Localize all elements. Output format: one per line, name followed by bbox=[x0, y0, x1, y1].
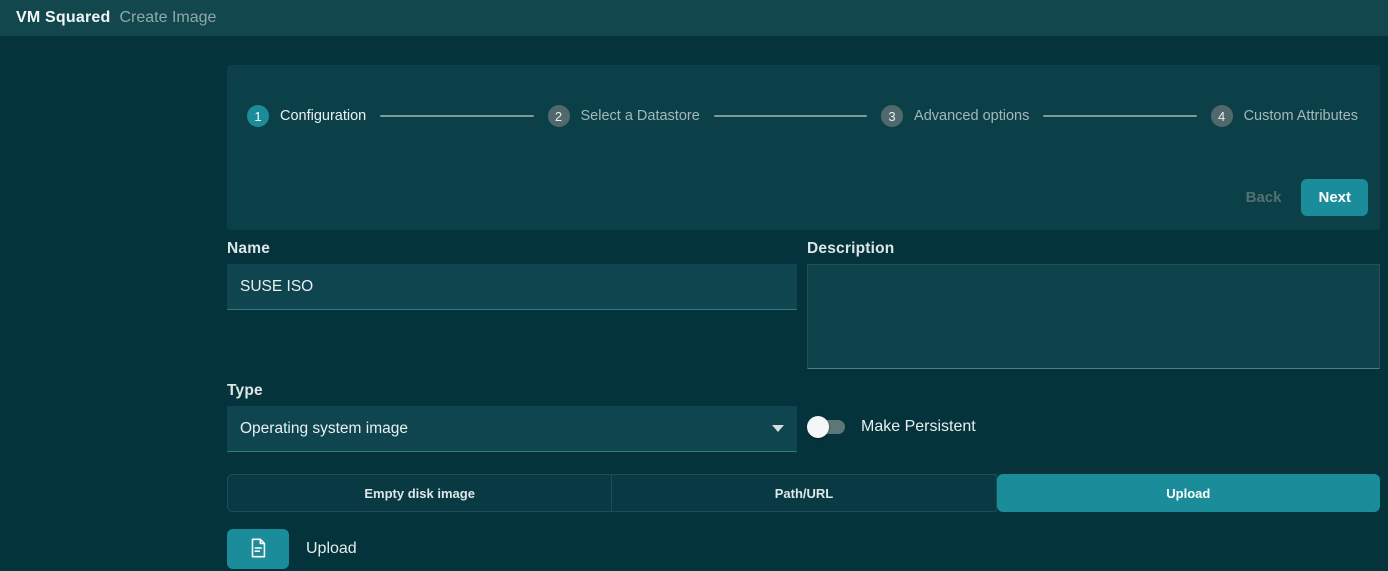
upload-label: Upload bbox=[306, 540, 357, 557]
wizard-card: 1 Configuration 2 Select a Datastore 3 A… bbox=[227, 65, 1380, 230]
step-advanced-options[interactable]: 3 Advanced options bbox=[881, 105, 1029, 127]
step-connector-line bbox=[1043, 115, 1197, 117]
next-button[interactable]: Next bbox=[1301, 179, 1368, 216]
step-label: Advanced options bbox=[914, 108, 1030, 124]
page-title: Create Image bbox=[119, 9, 217, 26]
app-header: VM Squared Create Image bbox=[0, 0, 1388, 36]
name-label: Name bbox=[227, 240, 271, 257]
tab-upload[interactable]: Upload bbox=[996, 474, 1380, 512]
document-icon bbox=[247, 537, 269, 562]
step-label: Custom Attributes bbox=[1243, 108, 1359, 124]
name-input[interactable] bbox=[227, 264, 797, 310]
toggle-knob bbox=[807, 415, 829, 438]
step-configuration[interactable]: 1 Configuration bbox=[247, 105, 366, 127]
step-select-datastore[interactable]: 2 Select a Datastore bbox=[547, 105, 700, 127]
make-persistent-toggle[interactable] bbox=[807, 415, 847, 438]
type-select[interactable]: Operating system image bbox=[227, 406, 797, 452]
step-number-badge: 4 bbox=[1210, 105, 1233, 127]
step-label: Select a Datastore bbox=[580, 108, 700, 124]
upload-file-button[interactable] bbox=[227, 529, 289, 569]
brand-logo: VM Squared bbox=[16, 9, 111, 26]
step-number-badge: 2 bbox=[547, 105, 570, 127]
step-number-badge: 3 bbox=[881, 105, 904, 127]
tab-empty-disk-image[interactable]: Empty disk image bbox=[227, 474, 613, 512]
tab-path-url[interactable]: Path/URL bbox=[612, 474, 997, 512]
step-custom-attributes[interactable]: 4 Custom Attributes bbox=[1210, 105, 1359, 127]
type-label: Type bbox=[227, 382, 263, 399]
image-form: Name Description Type Operating system i… bbox=[227, 240, 1380, 452]
step-label: Configuration bbox=[280, 108, 367, 124]
persistent-field-group: Make Persistent bbox=[807, 382, 1380, 452]
chevron-down-icon bbox=[772, 425, 784, 432]
wizard-stepper: 1 Configuration 2 Select a Datastore 3 A… bbox=[227, 65, 1380, 127]
step-connector-line bbox=[380, 115, 534, 117]
description-label: Description bbox=[807, 240, 895, 257]
description-field-group: Description bbox=[807, 240, 1380, 374]
upload-row: Upload bbox=[227, 529, 1380, 569]
wizard-actions: Back Next bbox=[1246, 179, 1368, 216]
main-content: 1 Configuration 2 Select a Datastore 3 A… bbox=[227, 65, 1380, 569]
name-field-group: Name bbox=[227, 240, 797, 374]
type-select-value: Operating system image bbox=[240, 419, 408, 437]
image-source-tabs: Empty disk image Path/URL Upload bbox=[227, 474, 1380, 512]
step-connector-line bbox=[713, 115, 868, 117]
make-persistent-label: Make Persistent bbox=[861, 417, 976, 435]
step-number-badge: 1 bbox=[247, 105, 269, 127]
description-textarea[interactable] bbox=[807, 264, 1380, 369]
type-field-group: Type Operating system image bbox=[227, 382, 797, 452]
back-button[interactable]: Back bbox=[1246, 189, 1282, 206]
